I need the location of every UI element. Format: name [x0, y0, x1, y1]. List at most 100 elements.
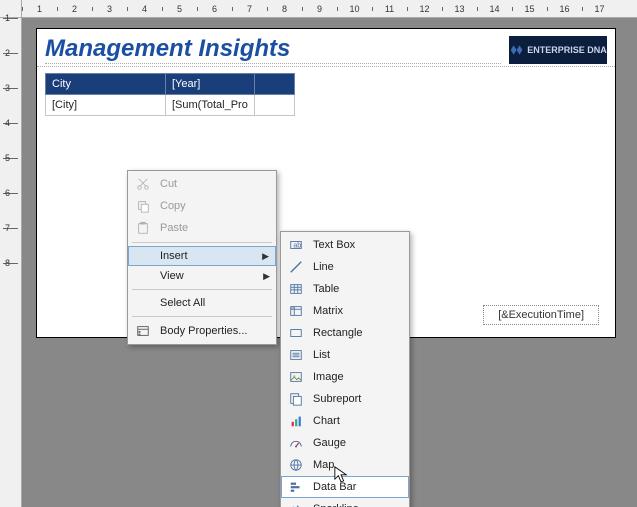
rect-icon [287, 326, 305, 340]
menu-item-label: List [313, 349, 330, 361]
tablix-header-row: City [Year] [46, 74, 295, 95]
logo-text: ENTERPRISE DNA [527, 45, 607, 55]
gauge-icon [287, 436, 305, 450]
menu-item-label: Line [313, 261, 334, 273]
menu-item-label: Chart [313, 415, 340, 427]
tablix-cell[interactable]: [Sum(Total_Pro [166, 95, 255, 116]
list-icon [287, 348, 305, 362]
menu-item-label: Table [313, 283, 339, 295]
menu-item-label: Gauge [313, 437, 346, 449]
menu-item-cut: Cut [128, 173, 276, 195]
menu-item-label: Select All [160, 297, 205, 309]
ruler-tick: 14 [477, 4, 512, 14]
horizontal-ruler: 1234567891011121314151617 [22, 0, 637, 18]
logo-icon [509, 43, 523, 57]
insert-item-sparkline[interactable]: Sparkline [281, 498, 409, 507]
ruler-tick: 3 [92, 4, 127, 14]
props-icon [134, 324, 152, 338]
ruler-tick: 9 [302, 4, 337, 14]
ruler-tick: 16 [547, 4, 582, 14]
menu-item-label: Image [313, 371, 344, 383]
textbox-icon: ab [287, 238, 305, 252]
ruler-tick: 3 [0, 88, 21, 123]
menu-item-paste: Paste [128, 217, 276, 239]
menu-item-label: Body Properties... [160, 325, 247, 337]
vertical-ruler: 12345678 [0, 18, 22, 507]
menu-separator [132, 316, 272, 317]
logo-badge: ENTERPRISE DNA [509, 36, 607, 64]
chart-icon [287, 414, 305, 428]
image-icon [287, 370, 305, 384]
menu-item-select-all[interactable]: Select All [128, 293, 276, 313]
context-menu[interactable]: Cut Copy Paste Insert ▶ View ▶ Select All Body P… [127, 170, 277, 345]
insert-item-matrix[interactable]: Matrix [281, 300, 409, 322]
insert-item-map[interactable]: Map [281, 454, 409, 476]
insert-item-rectangle[interactable]: Rectangle [281, 322, 409, 344]
insert-item-gauge[interactable]: Gauge [281, 432, 409, 454]
tablix-cell[interactable] [254, 95, 294, 116]
sparkline-icon [287, 502, 305, 507]
ruler-tick: 2 [0, 53, 21, 88]
ruler-corner [0, 0, 22, 18]
menu-item-copy: Copy [128, 195, 276, 217]
tablix[interactable]: City [Year] [City] [Sum(Total_Pro [45, 73, 295, 116]
tablix-header[interactable]: [Year] [166, 74, 255, 95]
report-title[interactable]: Management Insights [45, 35, 501, 64]
menu-separator [132, 289, 272, 290]
ruler-tick: 4 [0, 123, 21, 158]
ruler-tick: 15 [512, 4, 547, 14]
tablix-data-row: [City] [Sum(Total_Pro [46, 95, 295, 116]
ruler-tick: 1 [22, 4, 57, 14]
ruler-tick: 11 [372, 4, 407, 14]
ruler-tick: 2 [57, 4, 92, 14]
matrix-icon [287, 304, 305, 318]
paste-icon [134, 221, 152, 235]
execution-time-field[interactable]: [&ExecutionTime] [483, 305, 599, 325]
menu-separator [132, 242, 272, 243]
menu-item-label: Text Box [313, 239, 355, 251]
ruler-tick: 7 [232, 4, 267, 14]
table-icon [287, 282, 305, 296]
menu-item-insert[interactable]: Insert ▶ [128, 246, 276, 266]
menu-item-label: Cut [160, 178, 177, 190]
insert-submenu[interactable]: ab Text Box Line Table Matrix Rectangle List Im… [280, 231, 410, 507]
cut-icon [134, 177, 152, 191]
menu-item-label: Map [313, 459, 334, 471]
ruler-tick: 6 [0, 193, 21, 228]
menu-item-view[interactable]: View ▶ [128, 266, 276, 286]
menu-item-label: Data Bar [313, 481, 356, 493]
ruler-tick: 8 [267, 4, 302, 14]
ruler-tick: 12 [407, 4, 442, 14]
insert-item-text-box[interactable]: ab Text Box [281, 234, 409, 256]
menu-item-label: Copy [160, 200, 186, 212]
submenu-arrow-icon: ▶ [263, 271, 270, 282]
menu-item-body-properties[interactable]: Body Properties... [128, 320, 276, 342]
insert-item-table[interactable]: Table [281, 278, 409, 300]
menu-item-label: Rectangle [313, 327, 363, 339]
line-icon [287, 260, 305, 274]
ruler-tick: 7 [0, 228, 21, 263]
menu-item-label: View [160, 270, 184, 282]
copy-icon [134, 199, 152, 213]
tablix-header[interactable]: City [46, 74, 166, 95]
submenu-arrow-icon: ▶ [262, 251, 269, 262]
insert-item-list[interactable]: List [281, 344, 409, 366]
insert-item-line[interactable]: Line [281, 256, 409, 278]
insert-item-chart[interactable]: Chart [281, 410, 409, 432]
ruler-tick: 6 [197, 4, 232, 14]
design-canvas[interactable]: Management Insights ENTERPRISE DNA City … [22, 18, 637, 507]
menu-item-label: Sparkline [313, 503, 359, 507]
insert-item-subreport[interactable]: Subreport [281, 388, 409, 410]
tablix-header[interactable] [254, 74, 294, 95]
ruler-tick: 5 [0, 158, 21, 193]
tablix-cell[interactable]: [City] [46, 95, 166, 116]
subreport-icon [287, 392, 305, 406]
insert-item-data-bar[interactable]: Data Bar [281, 476, 409, 498]
ruler-tick: 5 [162, 4, 197, 14]
databar-icon [287, 480, 305, 494]
ruler-tick: 13 [442, 4, 477, 14]
insert-item-image[interactable]: Image [281, 366, 409, 388]
menu-item-label: Insert [160, 250, 188, 262]
menu-item-label: Paste [160, 222, 188, 234]
ruler-tick: 10 [337, 4, 372, 14]
